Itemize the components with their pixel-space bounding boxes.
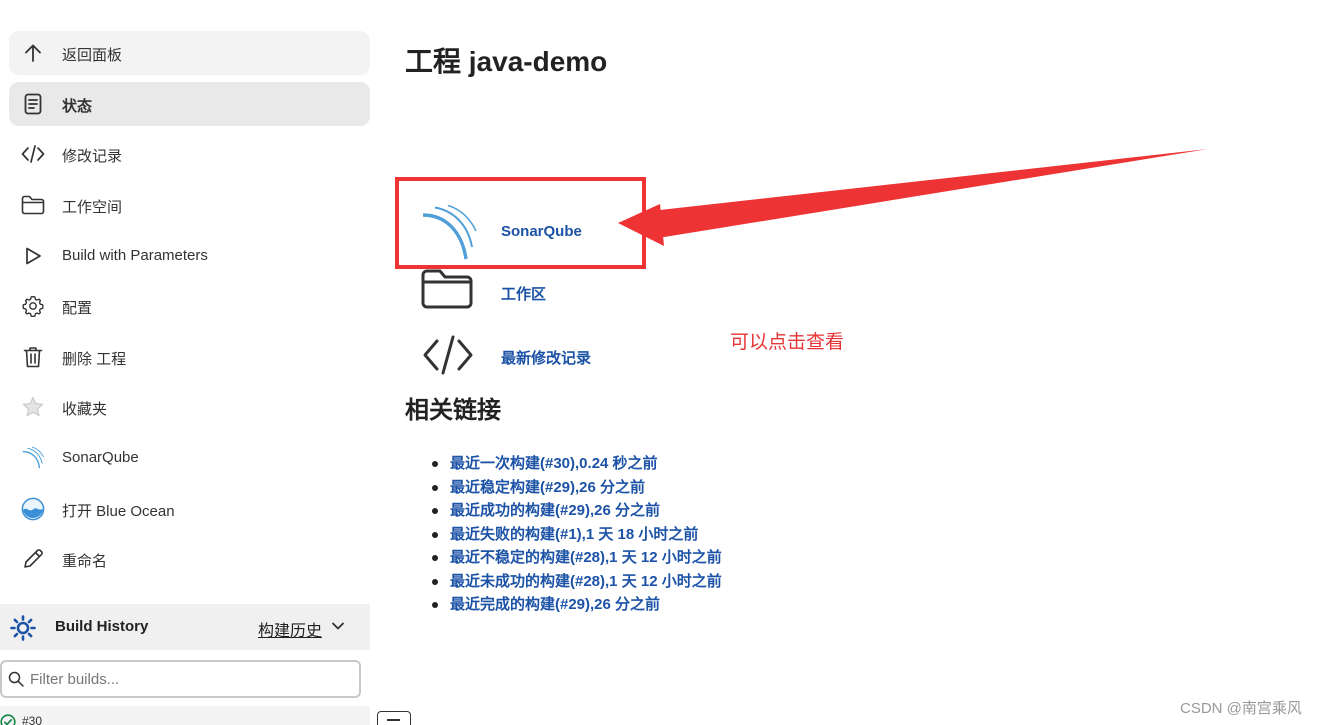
jenkins-page: 返回面板 状态 修改记录 工作空间 Build with Parameters [0,0,1332,725]
annotation-text: 可以点击查看 [730,332,845,353]
annotation-arrow [618,149,1208,246]
watermark: CSDN @南宫乘风 [1180,700,1302,717]
